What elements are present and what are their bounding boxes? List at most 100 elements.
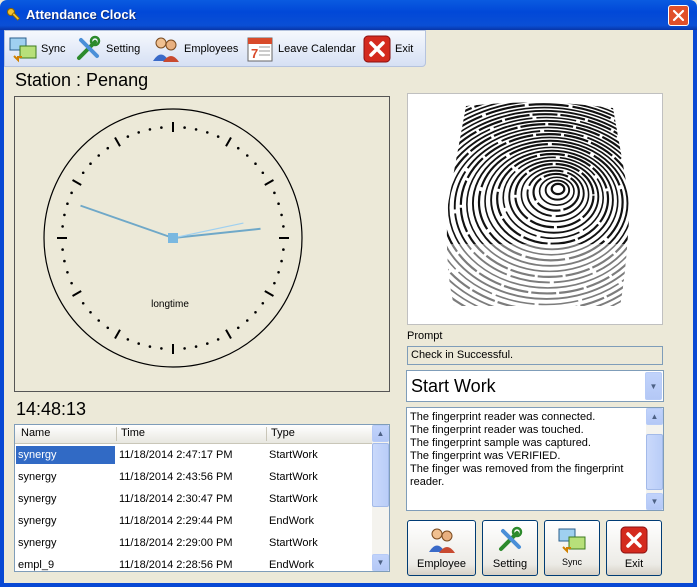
clock-hour-hand bbox=[172, 227, 261, 239]
clock-minute-mark bbox=[245, 319, 249, 322]
scroll-up-button[interactable]: ▲ bbox=[372, 425, 389, 442]
list-row[interactable]: empl_9 11/18/2014 2:28:56 PM EndWork bbox=[15, 554, 373, 571]
toolbar-setting-label: Setting bbox=[106, 43, 141, 55]
clock-minute-mark bbox=[273, 281, 276, 285]
log-line: The fingerprint reader was touched. bbox=[410, 424, 584, 436]
toolbar-leave-calendar-button[interactable]: 7 Leave Calendar bbox=[245, 33, 356, 65]
toolbar-employees-label: Employees bbox=[184, 43, 239, 55]
list-row[interactable]: synergy 11/18/2014 2:30:47 PM StartWork bbox=[15, 488, 373, 510]
toolbar-leave-calendar-label: Leave Calendar bbox=[278, 43, 356, 55]
log-scrollbar[interactable]: ▲ ▼ bbox=[646, 408, 663, 510]
clock-minute-mark bbox=[126, 135, 130, 138]
clock-minute-mark bbox=[148, 345, 152, 348]
fingerprint-image bbox=[407, 93, 663, 325]
toolbar-sync-label: Sync bbox=[41, 43, 66, 55]
clock-minute-mark bbox=[282, 225, 285, 228]
key-icon bbox=[7, 8, 21, 21]
toolbar-setting-button[interactable]: Setting bbox=[73, 33, 140, 65]
row-name: synergy bbox=[18, 515, 57, 527]
scroll-thumb[interactable] bbox=[372, 443, 389, 507]
list-scrollbar[interactable]: ▲ ▼ bbox=[372, 425, 389, 571]
clock-minute-mark bbox=[245, 154, 249, 157]
clock-minute-mark bbox=[126, 338, 130, 341]
window-close-button[interactable] bbox=[668, 5, 689, 26]
column-header-type[interactable]: Type bbox=[271, 427, 295, 439]
analog-clock-panel: longtime bbox=[14, 96, 390, 392]
row-time: 11/18/2014 2:29:44 PM bbox=[119, 515, 233, 527]
exit-button-label: Exit bbox=[624, 558, 644, 570]
row-time: 11/18/2014 2:28:56 PM bbox=[119, 559, 233, 571]
clock-minute-mark bbox=[81, 171, 85, 175]
row-time: 11/18/2014 2:47:17 PM bbox=[119, 449, 233, 461]
clock-minute-mark bbox=[97, 319, 101, 322]
clock-minute-mark bbox=[89, 310, 92, 314]
clock-hour-mark bbox=[72, 290, 82, 297]
window-border bbox=[693, 30, 697, 587]
list-row[interactable]: synergy 11/18/2014 2:29:00 PM StartWork bbox=[15, 532, 373, 554]
log-line: The fingerprint sample was captured. bbox=[410, 437, 591, 449]
log-line: The fingerprint reader was connected. bbox=[410, 411, 596, 423]
toolbar-exit-button[interactable]: Exit bbox=[362, 33, 413, 65]
row-type: StartWork bbox=[269, 493, 318, 505]
attendance-list[interactable]: Name Time Type synergy 11/18/2014 2:47:17… bbox=[14, 424, 390, 572]
prompt-label: Prompt bbox=[407, 330, 443, 342]
clock-hour-mark bbox=[72, 179, 82, 186]
log-line: The fingerprint was VERIFIED. bbox=[410, 450, 561, 462]
clock-minute-mark bbox=[89, 162, 92, 166]
digital-time: 14:48:13 bbox=[16, 399, 87, 419]
tools-icon bbox=[77, 35, 101, 60]
clock-minute-mark bbox=[254, 310, 257, 314]
toolbar-employees-button[interactable]: Employees bbox=[151, 33, 238, 65]
scroll-thumb[interactable] bbox=[646, 434, 663, 490]
clock-minute-mark bbox=[63, 259, 66, 263]
list-row[interactable]: synergy 11/18/2014 2:47:17 PM StartWork bbox=[15, 444, 373, 466]
clock-minute-mark bbox=[206, 131, 209, 134]
clock-minute-mark bbox=[183, 347, 186, 350]
clock-minute-mark bbox=[66, 202, 69, 205]
list-row[interactable]: synergy 11/18/2014 2:43:56 PM StartWork bbox=[15, 466, 373, 488]
clock-hour-mark bbox=[114, 329, 121, 339]
clock-center bbox=[168, 233, 178, 243]
row-name: synergy bbox=[18, 493, 57, 505]
row-type: StartWork bbox=[269, 449, 318, 461]
scroll-up-button[interactable]: ▲ bbox=[646, 408, 663, 425]
column-header-time[interactable]: Time bbox=[121, 427, 145, 439]
sync-icon bbox=[558, 528, 586, 554]
chevron-down-icon[interactable]: ▼ bbox=[645, 372, 662, 400]
clock-hour-mark bbox=[225, 329, 232, 339]
clock-minute-mark bbox=[183, 126, 186, 129]
toolbar: Sync Setting Employees 7 Leave Calendar bbox=[4, 30, 426, 67]
employee-button[interactable]: Employee bbox=[407, 520, 476, 576]
toolbar-sync-button[interactable]: Sync bbox=[8, 33, 65, 65]
clock-minute-mark bbox=[66, 271, 69, 274]
clock-minute-mark bbox=[63, 213, 66, 217]
row-time: 11/18/2014 2:30:47 PM bbox=[119, 493, 233, 505]
scroll-down-button[interactable]: ▼ bbox=[372, 554, 389, 571]
scroll-down-button[interactable]: ▼ bbox=[646, 493, 663, 510]
toolbar-exit-label: Exit bbox=[395, 43, 414, 55]
clock-minute-mark bbox=[216, 338, 220, 341]
clock-minute-mark bbox=[106, 146, 110, 150]
row-name: synergy bbox=[16, 446, 115, 464]
clock-minute-mark bbox=[106, 326, 110, 330]
row-type: StartWork bbox=[269, 537, 318, 549]
event-log[interactable]: The fingerprint reader was connected. The… bbox=[406, 407, 664, 511]
row-type: EndWork bbox=[269, 515, 315, 527]
exit-button[interactable]: Exit bbox=[606, 520, 662, 576]
prompt-field: Check in Successful. bbox=[407, 346, 663, 365]
clock-hour-mark bbox=[264, 290, 274, 297]
clock-minute-mark bbox=[160, 347, 163, 350]
row-time: 11/18/2014 2:43:56 PM bbox=[119, 471, 233, 483]
sync-button[interactable]: Sync bbox=[544, 520, 600, 576]
clock-minute-mark bbox=[236, 146, 240, 150]
column-header-name[interactable]: Name bbox=[21, 427, 50, 439]
list-header: Name Time Type bbox=[15, 425, 373, 444]
clock-minute-mark bbox=[280, 259, 283, 263]
clock-minute-mark bbox=[70, 191, 73, 195]
clock-minute-mark bbox=[273, 191, 276, 195]
clock-second-hand bbox=[172, 222, 244, 239]
work-type-select[interactable]: Start Work bbox=[406, 370, 664, 402]
calendar-icon: 7 bbox=[247, 37, 273, 62]
list-row[interactable]: synergy 11/18/2014 2:29:44 PM EndWork bbox=[15, 510, 373, 532]
setting-button[interactable]: Setting bbox=[482, 520, 538, 576]
